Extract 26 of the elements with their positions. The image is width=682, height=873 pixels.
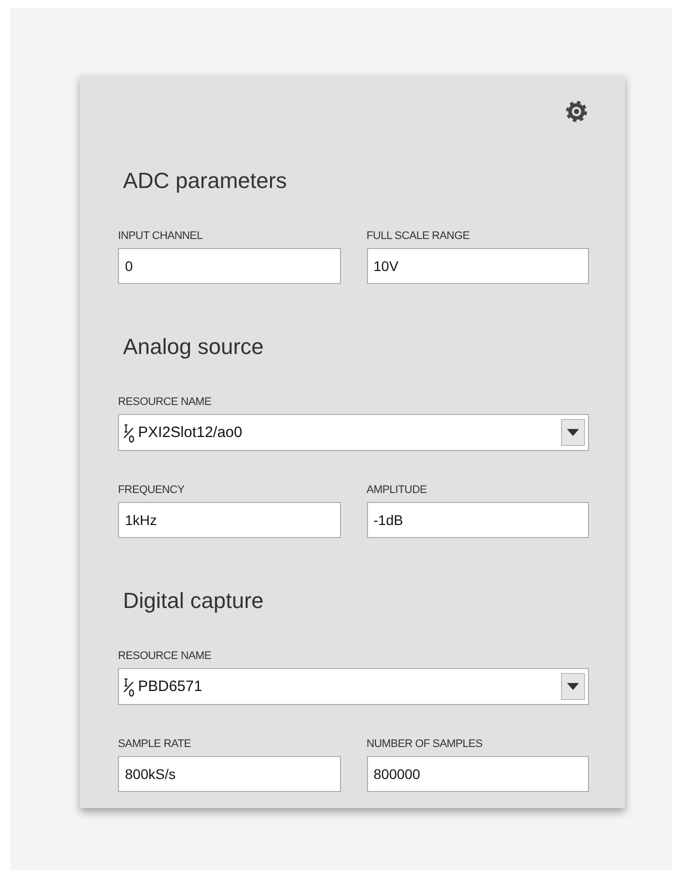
field-label: RESOURCE NAME <box>118 649 212 663</box>
section-heading: Digital capture <box>123 587 264 615</box>
dropdown-button[interactable] <box>561 419 585 446</box>
section-heading: Analog source <box>123 333 264 361</box>
caret-icon <box>567 683 579 690</box>
dropdown-field[interactable]: PBD6571 <box>118 668 589 705</box>
settings-icon[interactable] <box>564 99 589 124</box>
field-label: FULL SCALE RANGE <box>366 229 470 243</box>
field-label: SAMPLE RATE <box>118 737 191 751</box>
resource-icon <box>123 676 135 696</box>
field-label: RESOURCE NAME <box>118 395 212 409</box>
input-field[interactable]: 10V <box>366 248 589 284</box>
input-field[interactable]: 800kS/s <box>118 756 340 792</box>
section-heading: ADC parameters <box>123 167 287 195</box>
field-label: NUMBER OF SAMPLES <box>366 737 482 751</box>
input-field[interactable]: 1kHz <box>118 502 340 538</box>
field-label: AMPLITUDE <box>366 483 427 497</box>
input-field[interactable]: 800000 <box>366 756 589 792</box>
input-field[interactable]: -1dB <box>366 502 589 538</box>
resource-icon <box>123 422 135 442</box>
field-label: FREQUENCY <box>118 483 184 497</box>
caret-icon <box>567 429 579 436</box>
dropdown-field[interactable]: PXI2Slot12/ao0 <box>118 414 589 451</box>
field-label: INPUT CHANNEL <box>118 229 203 243</box>
dropdown-button[interactable] <box>561 673 585 700</box>
input-field[interactable]: 0 <box>118 248 340 284</box>
